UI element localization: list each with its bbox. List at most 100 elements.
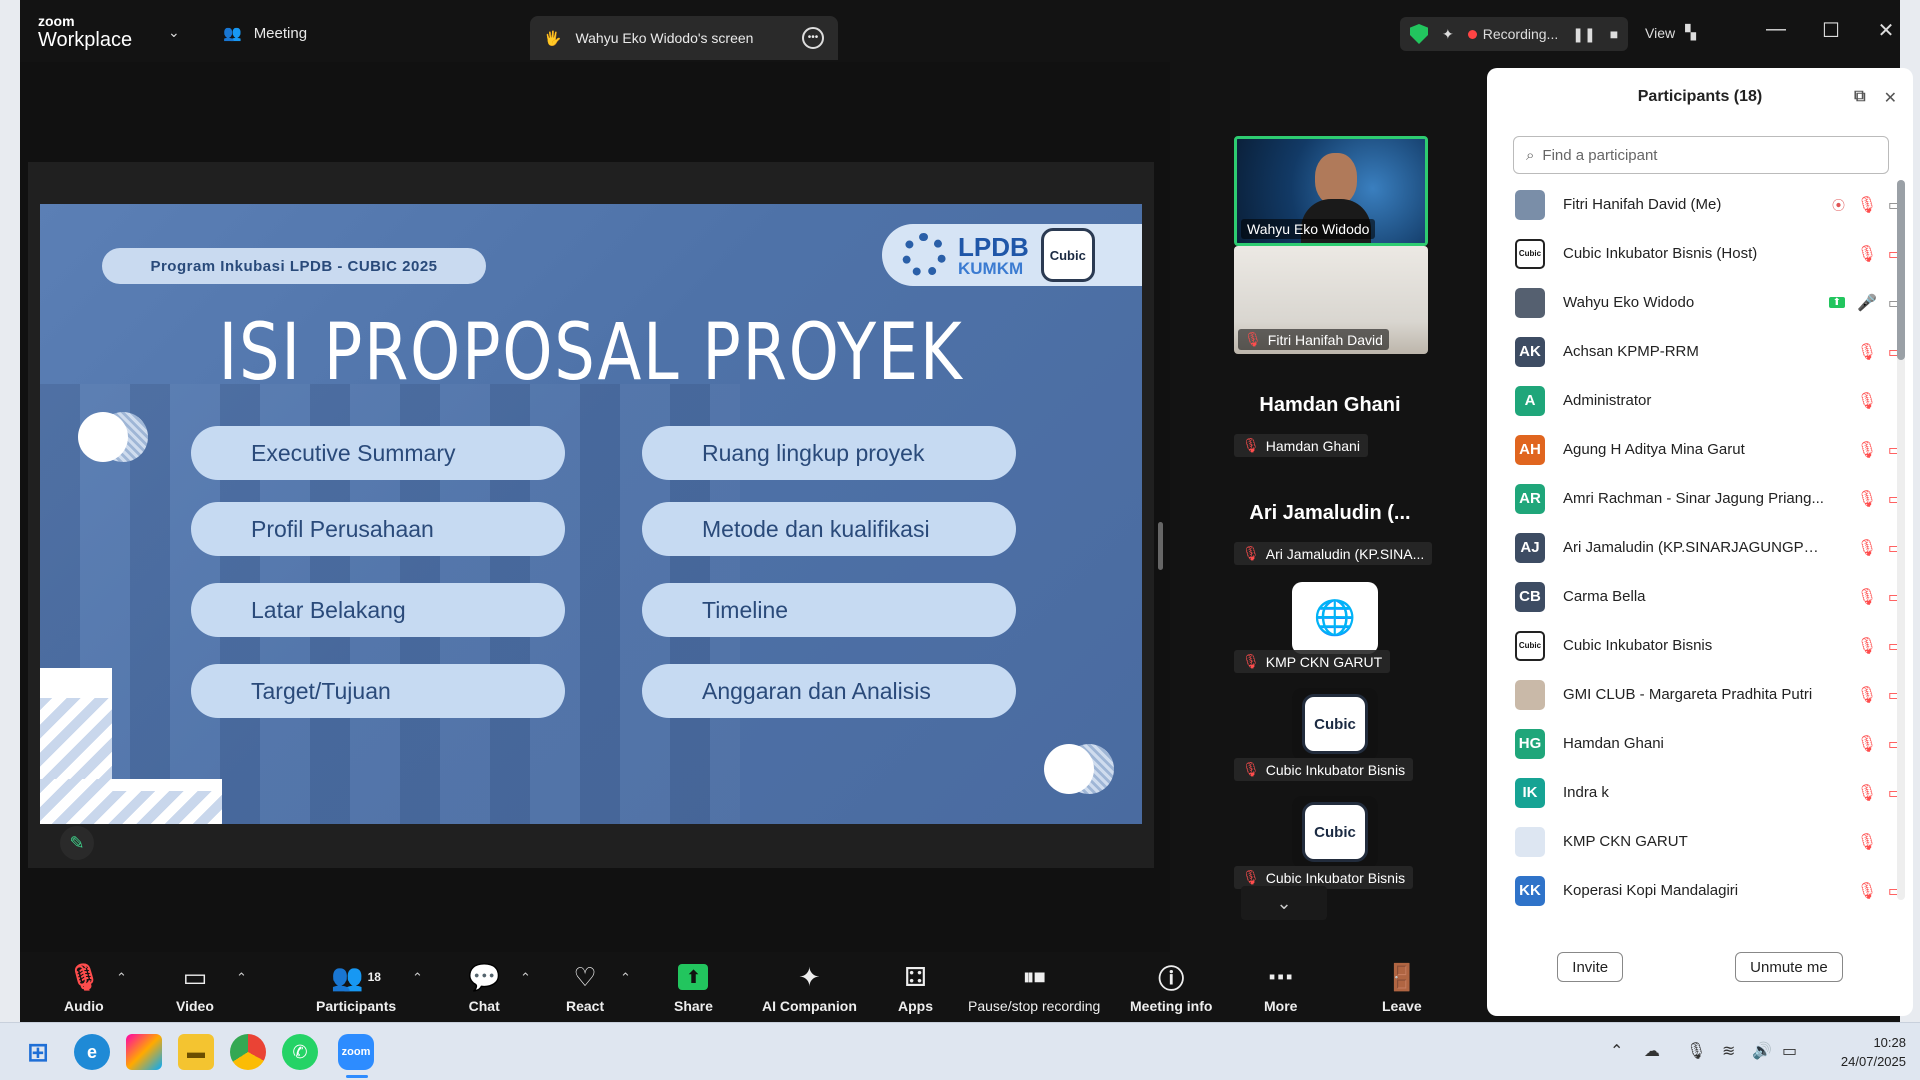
stop-recording-icon[interactable]: ■ [1610, 26, 1618, 42]
participant-row[interactable]: Wahyu Eko Widodo 🎤 ▭ ⬆ [1487, 278, 1897, 327]
participant-avatar: AK [1515, 336, 1545, 367]
scrollbar-thumb[interactable] [1897, 180, 1905, 360]
zoom-workplace-logo[interactable]: zoom Workplace [38, 14, 132, 50]
thumbnails-scroll-down-button[interactable]: ⌄ [1241, 886, 1327, 920]
participant-avatar: CB [1515, 581, 1545, 612]
edge-browser-icon[interactable]: e [74, 1034, 110, 1070]
mic-muted-icon: 🎙 [1856, 833, 1877, 851]
participant-list-scrollbar[interactable] [1897, 180, 1905, 900]
participant-row[interactable]: AK Achsan KPMP-RRM 🎙 ▭ [1487, 327, 1897, 376]
meeting-info-button[interactable]: ⓘ Meeting info [1130, 960, 1212, 1015]
react-button[interactable]: ♡ React [566, 960, 605, 1015]
participant-row[interactable]: HG Hamdan Ghani 🎙 ▭ [1487, 719, 1897, 768]
invite-button[interactable]: Invite [1557, 952, 1624, 982]
participant-row[interactable]: A Administrator 🎙 [1487, 376, 1897, 425]
mic-muted-icon: 🎙 [1856, 539, 1877, 557]
cubic-avatar: Cubic [1292, 796, 1378, 868]
react-label: React [566, 998, 605, 1014]
more-options-icon[interactable]: ••• [802, 27, 824, 49]
chat-options-chevron-icon[interactable]: ⌃ [520, 970, 531, 986]
close-panel-icon[interactable]: ✕ [1884, 88, 1897, 108]
network-off-icon[interactable]: ☁ [1644, 1041, 1660, 1061]
battery-icon[interactable]: ▭ [1782, 1041, 1797, 1061]
ai-sparkle-icon[interactable]: ✦ [1442, 26, 1454, 43]
participant-tile-tag[interactable]: 🎙 KMP CKN GARUT [1234, 650, 1391, 673]
video-options-chevron-icon[interactable]: ⌃ [236, 970, 247, 986]
tile-tag-name: Hamdan Ghani [1265, 437, 1360, 454]
more-button[interactable]: ⋯ More [1264, 960, 1297, 1015]
video-button[interactable]: ▭ Video [176, 960, 214, 1015]
participant-tile-name: Ari Jamaludin (... [1249, 502, 1411, 524]
leave-button[interactable]: 🚪 Leave [1382, 960, 1422, 1015]
react-options-chevron-icon[interactable]: ⌃ [620, 970, 631, 986]
participant-name: Achsan KPMP-RRM [1563, 343, 1699, 360]
video-label: Video [176, 998, 214, 1014]
pause-stop-recording-button[interactable]: ⏸⏹ Pause/stop recording [968, 960, 1100, 1014]
microphone-icon[interactable]: 🎙 [1686, 1041, 1706, 1061]
pause-recording-icon[interactable]: ❚❚ [1572, 26, 1595, 43]
participant-avatar: IK [1515, 777, 1545, 808]
participant-tile-tag[interactable]: 🎙 Hamdan Ghani [1234, 434, 1368, 457]
participant-row[interactable]: AJ Ari Jamaludin (KP.SINARJAGUNGPRI... 🎙 ▭ [1487, 523, 1897, 572]
wifi-icon[interactable]: ≋ [1722, 1041, 1735, 1061]
copilot-icon[interactable] [126, 1034, 162, 1070]
kmp-ckn-garut-avatar: 🌐 [1292, 582, 1378, 654]
participant-tile-tag[interactable]: 🎙 Cubic Inkubator Bisnis [1234, 758, 1414, 781]
participant-row[interactable]: Cubic Cubic Inkubator Bisnis (Host) 🎙 ▭ [1487, 229, 1897, 278]
participant-name: Koperasi Kopi Mandalagiri [1563, 882, 1739, 899]
participant-row[interactable]: CB Carma Bella 🎙 ▭ [1487, 572, 1897, 621]
chevron-down-icon[interactable]: ⌄ [168, 24, 180, 41]
ai-sparkle-icon: ✦ [798, 961, 821, 992]
participant-row[interactable]: KMP CKN GARUT 🎙 [1487, 817, 1897, 866]
audio-options-chevron-icon[interactable]: ⌃ [116, 970, 127, 986]
zoom-taskbar-icon[interactable]: zoom [338, 1034, 374, 1070]
participant-list[interactable]: Fitri Hanifah David (Me) 🎙 ▭ ⦿ Cubic Cubic In… [1487, 180, 1897, 908]
maximize-icon[interactable]: ☐ [1816, 18, 1846, 43]
annotate-pen-icon[interactable]: ✎ [60, 826, 94, 860]
close-window-icon[interactable]: ✕ [1871, 18, 1901, 43]
windows-start-icon[interactable]: ⊞ [20, 1034, 56, 1070]
file-explorer-icon[interactable]: ▬ [178, 1034, 214, 1070]
participant-row[interactable]: AR Amri Rachman - Sinar Jagung Priang... 🎙… [1487, 474, 1897, 523]
ai-companion-button[interactable]: ✦ AI Companion [762, 960, 857, 1015]
slide-item: Anggaran dan Analisis [642, 664, 1016, 718]
active-speaker-tile[interactable]: Wahyu Eko Widodo [1234, 136, 1428, 246]
taskbar-clock[interactable]: 10:28 24/07/2025 [1820, 1033, 1906, 1071]
slide-item: Latar Belakang [191, 583, 565, 637]
participants-options-chevron-icon[interactable]: ⌃ [412, 970, 423, 986]
video-off-icon: ▭ [1887, 784, 1897, 802]
participant-row[interactable]: GMI CLUB - Margareta Pradhita Putri 🎙 ▭ [1487, 670, 1897, 719]
share-button[interactable]: ⬆ Share [674, 960, 713, 1014]
globe-eagle-icon: 🌐 [1313, 599, 1357, 637]
unmute-me-button[interactable]: Unmute me [1735, 952, 1843, 982]
participant-row[interactable]: Fitri Hanifah David (Me) 🎙 ▭ ⦿ [1487, 180, 1897, 229]
participant-tile-tag[interactable]: 🎙 Ari Jamaludin (KP.SINA... [1234, 542, 1433, 565]
chat-button[interactable]: 💬 Chat [468, 960, 500, 1015]
participant-row[interactable]: Cubic Cubic Inkubator Bisnis 🎙 ▭ [1487, 621, 1897, 670]
participant-name: Indra k [1563, 784, 1609, 801]
shared-screen-tab[interactable]: 🖐 Wahyu Eko Widodo's screen ••• [530, 16, 838, 60]
participants-button[interactable]: 👥 18 Participants [316, 960, 396, 1015]
participant-row[interactable]: IK Indra k 🎙 ▭ [1487, 768, 1897, 817]
view-button[interactable]: View ▚ [1645, 24, 1696, 41]
minimize-icon[interactable]: — [1761, 18, 1791, 41]
cubic-logo: Cubic [1302, 802, 1368, 862]
audio-button[interactable]: 🎙 Audio [64, 960, 104, 1015]
lpdb-logo-top: LPDB [958, 231, 1029, 262]
apps-button[interactable]: ⚃ Apps [898, 960, 933, 1015]
participant-row[interactable]: KK Koperasi Kopi Mandalagiri 🎙 ▭ [1487, 866, 1897, 908]
participant-search-input[interactable]: ⌕ Find a participant [1513, 136, 1889, 174]
participant-avatar [1515, 287, 1545, 318]
participant-avatar [1515, 826, 1545, 857]
show-hidden-icons-chevron-icon[interactable]: ⌃ [1610, 1041, 1623, 1061]
panel-resize-handle[interactable] [1158, 522, 1163, 570]
whatsapp-icon[interactable]: ✆ [282, 1034, 318, 1070]
volume-icon[interactable]: 🔊 [1752, 1041, 1772, 1061]
heart-icon: ♡ [573, 961, 597, 992]
pop-out-icon[interactable]: ⧉ [1854, 88, 1865, 108]
self-video-tile[interactable]: 🎙 Fitri Hanifah David [1234, 246, 1428, 354]
participant-row[interactable]: AH Agung H Aditya Mina Garut 🎙 ▭ [1487, 425, 1897, 474]
security-shield-icon[interactable] [1410, 24, 1428, 44]
chrome-browser-icon[interactable] [230, 1034, 266, 1070]
meeting-tab[interactable]: 👥 Meeting [223, 24, 307, 43]
